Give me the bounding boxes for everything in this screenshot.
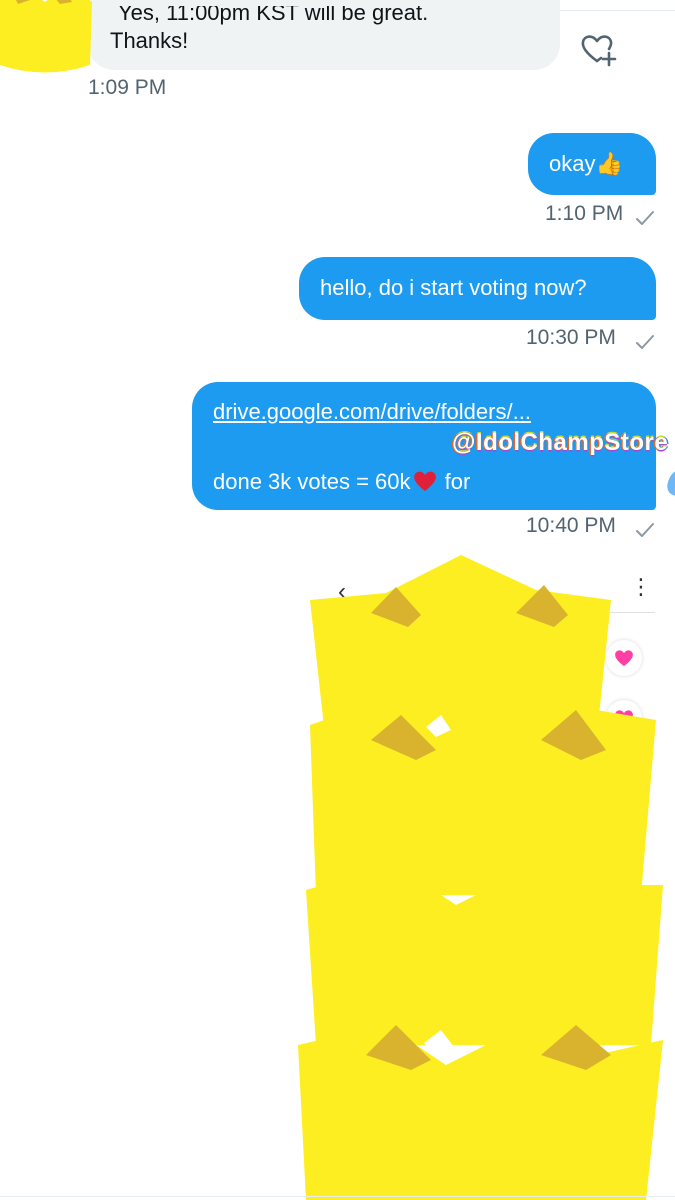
crown-sticker-icon [298,1025,663,1200]
sent-message-text: done 3k votes = 60k for [213,469,470,495]
sent-message-text: okay👍 [549,151,623,176]
received-message-text: Thanks! [110,28,189,53]
checkmark-icon [636,523,654,537]
sent-message-bubble[interactable]: hello, do i start voting now? [299,257,656,320]
sent-message-time: 1:10 PM [545,202,624,225]
checkmark-icon [636,211,654,225]
divider-top [560,10,675,11]
crown-sticker-icon [0,0,92,73]
drive-link[interactable]: drive.google.com/drive/folders/... [213,399,531,425]
sent-message-text: hello, do i start voting now? [320,275,587,300]
sent-message-bubble[interactable]: drive.google.com/drive/folders/... @Idol… [192,382,675,510]
sent-message-time: 10:40 PM [526,514,616,537]
divider-bottom [0,1196,675,1197]
red-heart-icon [413,471,436,491]
received-message-bubble[interactable]: Yes, 11:00pm KST will be great. Thanks! [88,0,560,70]
received-message-cut-text: Yes, 11:00pm KST will be great. [118,0,429,25]
for-text: for [444,469,471,494]
crown-sticker-stack [298,555,663,1200]
votes-text: done 3k votes = 60k [213,469,411,494]
add-reaction-button[interactable] [578,30,618,70]
watermark-handle: @IdolChampStore [452,429,669,456]
sent-message-bubble[interactable]: okay👍 [528,133,656,195]
crown-sticker-icon [310,695,656,895]
crown-sticker-icon [306,865,663,1045]
checkmark-icon [636,335,654,349]
sent-message-time: 10:30 PM [526,326,616,349]
heart-plus-icon [581,35,617,67]
redaction-scribble [663,468,675,496]
